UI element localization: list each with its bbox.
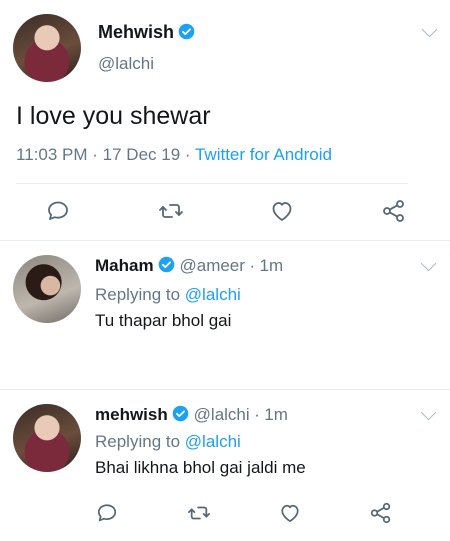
replying-to-line: Replying to @lalchi <box>95 285 241 305</box>
share-icon[interactable] <box>369 501 393 525</box>
reply-header: mehwish @lalchi · 1m <box>95 405 288 425</box>
reply-author-handle[interactable]: @lalchi <box>194 405 250 424</box>
tweet-author-row: Mehwish <box>98 22 195 43</box>
chevron-down-icon[interactable] <box>421 21 438 38</box>
meta-separator: · <box>249 256 256 275</box>
avatar[interactable] <box>13 404 81 472</box>
chevron-down-icon[interactable] <box>420 404 437 421</box>
reply-age: 1m <box>259 256 284 275</box>
meta-separator: · <box>254 405 260 424</box>
author-name[interactable]: Mehwish <box>98 22 174 42</box>
replying-to-link[interactable]: @lalchi <box>185 285 241 304</box>
author-handle[interactable]: @lalchi <box>98 54 154 74</box>
tweet-meta: 11:03 PM · 17 Dec 19 · Twitter for Andro… <box>16 145 332 165</box>
reply-author-name[interactable]: Maham <box>95 256 154 275</box>
replying-to-link[interactable]: @lalchi <box>185 432 241 451</box>
verified-badge-icon <box>158 256 175 273</box>
tweet-text: I love you shewar <box>16 102 211 130</box>
retweet-icon[interactable] <box>158 199 184 223</box>
verified-badge-icon <box>172 405 189 422</box>
reply-text: Bhai likhna bhol gai jaldi me <box>95 458 306 477</box>
divider <box>0 389 450 390</box>
meta-separator: · <box>92 145 98 164</box>
reply-age: 1m <box>264 405 288 424</box>
divider <box>16 183 408 184</box>
replying-to-line: Replying to @lalchi <box>95 432 241 452</box>
retweet-icon[interactable] <box>187 502 211 524</box>
verified-badge-icon <box>179 23 195 40</box>
reply-header: Maham @ameer · 1m <box>95 256 283 276</box>
reply-author-handle[interactable]: @ameer <box>179 256 244 275</box>
chevron-down-icon[interactable] <box>420 255 437 272</box>
tweet-date: 17 Dec 19 <box>102 145 181 164</box>
replying-to-label: Replying to <box>95 285 181 304</box>
avatar[interactable] <box>13 14 81 82</box>
meta-separator: · <box>184 145 191 164</box>
heart-icon[interactable] <box>279 503 301 523</box>
heart-icon[interactable] <box>270 200 294 222</box>
replying-to-label: Replying to <box>95 432 181 451</box>
reply-icon[interactable] <box>96 502 118 524</box>
reply-text: Tu thapar bhol gai <box>95 311 232 330</box>
avatar[interactable] <box>13 255 81 323</box>
share-icon[interactable] <box>381 198 407 224</box>
tweet-source-link[interactable]: Twitter for Android <box>195 145 332 164</box>
tweet-time: 11:03 PM <box>16 145 88 164</box>
reply-icon[interactable] <box>46 199 70 223</box>
divider <box>0 240 450 241</box>
reply-author-name[interactable]: mehwish <box>95 405 168 424</box>
